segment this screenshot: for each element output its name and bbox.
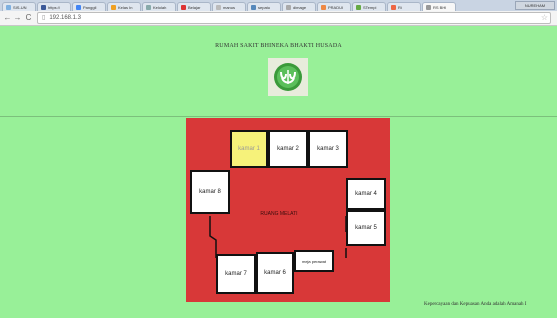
tab-label: Kelas In (118, 5, 133, 10)
reload-icon[interactable]: C (24, 13, 33, 22)
tab-label: RS BHI (433, 5, 447, 10)
tab-label: Kelolah (153, 5, 167, 10)
page-icon: ▯ (42, 15, 46, 21)
room-kamar-1[interactable]: kamar 1 (230, 130, 268, 168)
favicon-icon (6, 5, 11, 11)
tab-label: dimage (293, 5, 307, 10)
favicon-icon (216, 5, 221, 11)
favicon-icon (286, 5, 291, 11)
tab-label: Ri (398, 5, 402, 10)
tab-label: sepatu (258, 5, 271, 10)
bookmark-star-icon[interactable]: ☆ (541, 13, 548, 23)
tab-label: Panggil (83, 5, 97, 10)
ward-name-label: RUANG MELATI (260, 211, 298, 217)
browser-tab-active[interactable]: RS BHI (422, 2, 456, 11)
favicon-icon (356, 5, 361, 11)
browser-tab[interactable]: STempi (352, 2, 386, 11)
browser-tab[interactable]: Panggil (72, 2, 106, 11)
favicon-icon (321, 5, 326, 11)
browser-tab[interactable]: PRADUI (317, 2, 351, 11)
browser-tab-strip: SIS-UN https:// Panggil Kelas In Kelolah… (0, 0, 557, 11)
favicon-icon (41, 5, 46, 11)
browser-tab[interactable]: Belajar (177, 2, 211, 11)
browser-tab[interactable]: Kelas In (107, 2, 141, 11)
footer-tagline: Kepercayaan dan Kepuasan Anda adalah Ama… (424, 302, 527, 307)
room-kamar-6[interactable]: kamar 6 (256, 252, 294, 294)
hospital-logo (268, 58, 308, 96)
ward-floorplan: kamar 1 kamar 2 kamar 3 kamar 8 kamar 4 … (186, 118, 390, 302)
tab-label: PRADUI (328, 5, 344, 10)
browser-tab[interactable]: dimage (282, 2, 316, 11)
window-controls[interactable]: NUREHAM (515, 1, 555, 10)
room-kamar-4[interactable]: kamar 4 (346, 178, 386, 210)
favicon-icon (76, 5, 81, 11)
favicon-icon (111, 5, 116, 11)
browser-tab[interactable]: https:// (37, 2, 71, 11)
browser-tab[interactable]: manus (212, 2, 246, 11)
room-kamar-2[interactable]: kamar 2 (268, 130, 308, 168)
tab-label: STempi (363, 5, 377, 10)
favicon-icon (251, 5, 256, 11)
room-kamar-3[interactable]: kamar 3 (308, 130, 348, 168)
tab-label: Belajar (188, 5, 201, 10)
back-arrow-icon[interactable]: ← (3, 13, 12, 22)
browser-tab[interactable]: Kelolah (142, 2, 176, 11)
url-text: 192.168.1.3 (49, 15, 82, 21)
favicon-icon (391, 5, 396, 11)
room-kamar-7[interactable]: kamar 7 (216, 254, 256, 294)
page-title: RUMAH SAKIT BHINEKA BHAKTI HUSADA (215, 43, 342, 49)
nurse-desk[interactable]: meja perawat (294, 250, 334, 272)
room-kamar-8[interactable]: kamar 8 (190, 170, 230, 214)
tab-label: SIS-UN (13, 5, 27, 10)
hospital-logo-icon (274, 63, 302, 91)
tab-label: https:// (48, 5, 61, 10)
favicon-icon (426, 5, 431, 11)
browser-toolbar: ← → C ▯ 192.168.1.3 ☆ (0, 11, 557, 26)
room-kamar-5[interactable]: kamar 5 (346, 210, 386, 246)
favicon-icon (181, 5, 186, 11)
browser-tab[interactable]: SIS-UN (2, 2, 36, 11)
site-header: RUMAH SAKIT BHINEKA BHAKTI HUSADA (0, 26, 557, 117)
browser-tab[interactable]: sepatu (247, 2, 281, 11)
address-bar[interactable]: ▯ 192.168.1.3 ☆ (37, 12, 551, 24)
tab-label: manus (223, 5, 236, 10)
favicon-icon (146, 5, 151, 11)
forward-arrow-icon[interactable]: → (13, 13, 22, 22)
browser-tab[interactable]: Ri (387, 2, 421, 11)
